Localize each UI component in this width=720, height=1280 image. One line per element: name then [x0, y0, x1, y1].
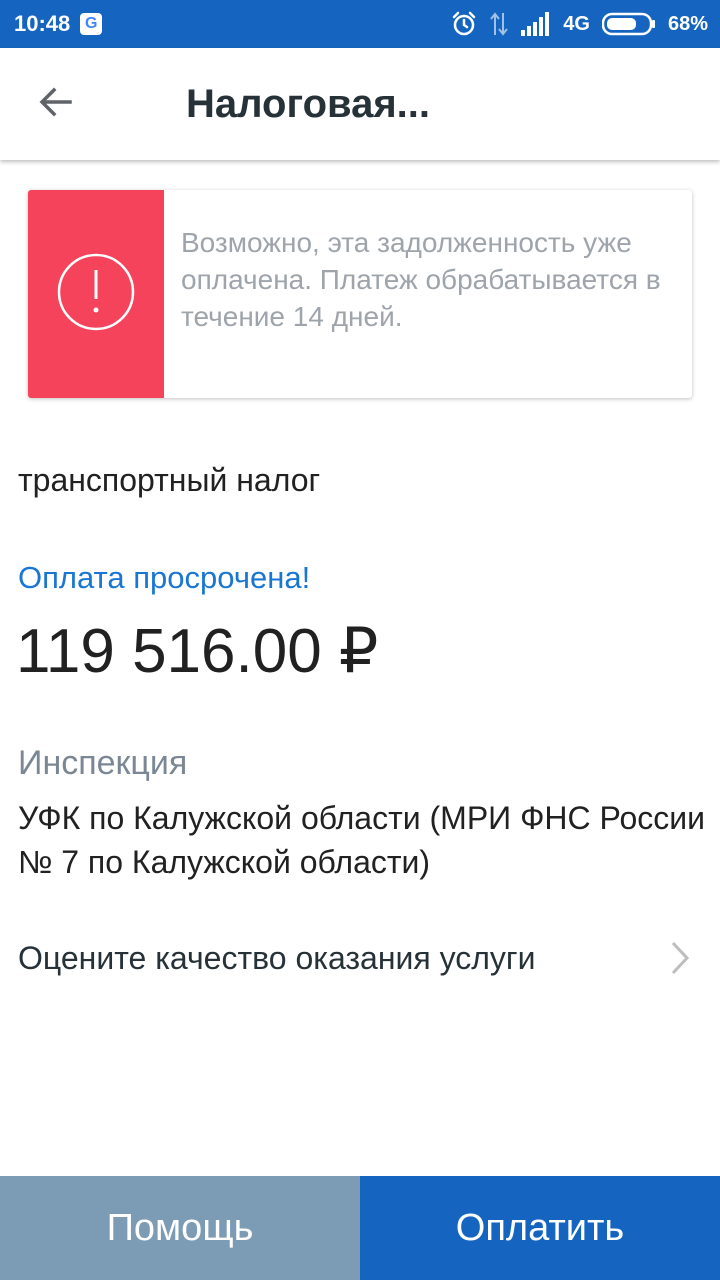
tax-type: транспортный налог: [18, 462, 321, 498]
rate-service-label: Оцените качество оказания услуги: [18, 939, 536, 976]
google-icon: G: [80, 13, 103, 35]
alarm-icon: [451, 11, 477, 37]
network-type: 4G: [563, 12, 590, 35]
pay-button[interactable]: Оплатить: [360, 1176, 720, 1280]
data-arrows-icon: [489, 11, 509, 37]
rate-service-row[interactable]: Оцените качество оказания услуги: [0, 918, 720, 998]
warning-strip: [28, 190, 164, 398]
status-bar: 10:48 G 4G 68%: [0, 0, 720, 48]
help-button[interactable]: Помощь: [0, 1176, 360, 1280]
back-button[interactable]: [0, 48, 112, 160]
tax-amount: 119 516.00 ₽: [16, 617, 379, 686]
page-title: Налоговая...: [186, 82, 431, 126]
warning-card: Возможно, эта задолженность уже оплачена…: [28, 190, 692, 398]
chevron-right-icon: [670, 940, 690, 981]
app-bar: Налоговая...: [0, 48, 720, 160]
inspection-value: УФК по Калужской области (МРИ ФНС России…: [18, 800, 705, 880]
inspection-label: Инспекция: [18, 744, 188, 782]
exclamation-circle-icon: [56, 252, 136, 337]
status-indicators: 4G 68%: [451, 11, 708, 37]
arrow-left-icon: [38, 84, 74, 125]
bottom-actions: Помощь Оплатить: [0, 1176, 720, 1280]
battery-icon: [601, 12, 656, 36]
signal-icon: [521, 12, 551, 36]
battery-percent: 68%: [667, 12, 708, 35]
overdue-status: Оплата просрочена!: [18, 560, 311, 595]
warning-message: Возможно, эта задолженность уже оплачена…: [181, 227, 661, 332]
status-time: 10:48: [14, 11, 71, 36]
